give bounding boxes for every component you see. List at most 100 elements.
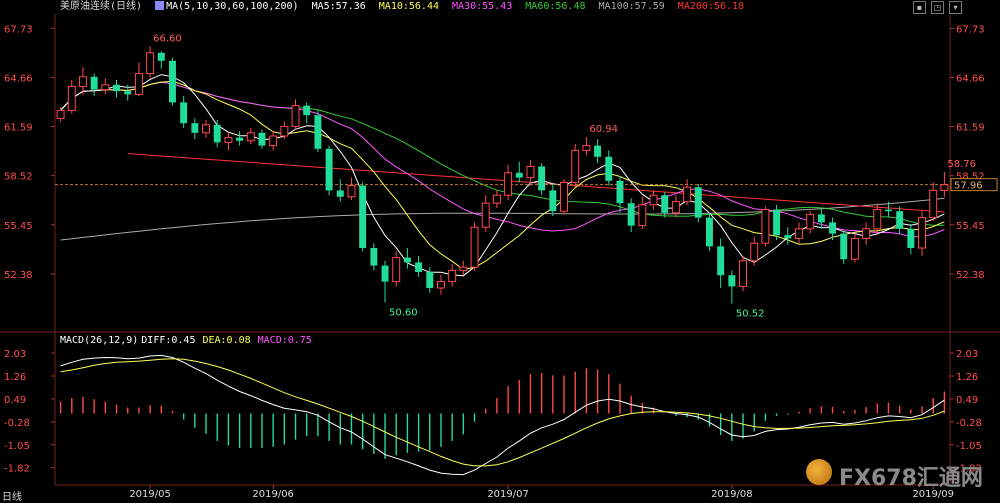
candle-body-up bbox=[504, 172, 513, 196]
candle-body-up bbox=[761, 209, 770, 244]
macd-y-tick-label-right: 1.26 bbox=[956, 372, 978, 383]
candle-body-up bbox=[683, 186, 692, 203]
watermark: FX678汇通网 bbox=[806, 459, 996, 491]
y-tick-label-right: 61.59 bbox=[956, 123, 985, 134]
ma200-value: MA200:56.18 bbox=[677, 1, 745, 12]
candle-body-down bbox=[694, 187, 702, 218]
candle-body-up bbox=[269, 135, 278, 147]
y-tick-label-right: 52.38 bbox=[956, 270, 985, 281]
candle-body-down bbox=[381, 265, 389, 282]
formula-icon[interactable] bbox=[155, 1, 165, 10]
candle-body-up bbox=[671, 201, 680, 214]
ma10-value: MA10:56.44 bbox=[378, 1, 439, 12]
macd-params: MACD(26,12,9) bbox=[60, 335, 139, 346]
candle-body-down bbox=[549, 190, 557, 212]
candle-body-up bbox=[280, 125, 289, 137]
candle-body-up bbox=[224, 137, 233, 143]
candle-body-down bbox=[907, 228, 915, 248]
candle-body-up bbox=[67, 85, 76, 111]
dea-value: DEA:0.08 bbox=[202, 335, 251, 346]
candle-body-up bbox=[750, 242, 759, 262]
candle-body-up bbox=[481, 202, 490, 228]
macd-y-tick-label-left: -1.82 bbox=[4, 464, 30, 475]
candle-body-up bbox=[873, 209, 882, 230]
period-selector[interactable]: 日线 bbox=[2, 488, 22, 503]
candle-body-down bbox=[336, 190, 344, 197]
candle-body-down bbox=[157, 52, 165, 61]
chart-title: 美原油连续(日线) MA(5,10,30,60,100,200) MA5:57.… bbox=[60, 0, 751, 14]
macd-y-tick-label-left: -1.05 bbox=[4, 441, 30, 452]
candle-body-up bbox=[492, 194, 501, 204]
ma200-line bbox=[127, 153, 945, 213]
y-tick-label-left: 64.66 bbox=[4, 73, 33, 84]
candle-body-down bbox=[169, 60, 176, 103]
ma10-line bbox=[60, 80, 945, 270]
candle-body-up bbox=[134, 73, 143, 95]
y-tick-label-left: 58.52 bbox=[4, 172, 33, 183]
maximize-icon[interactable]: ▪ bbox=[913, 1, 926, 14]
price-annotation: 66.60 bbox=[153, 33, 182, 44]
macd-y-tick-label-left: -0.28 bbox=[4, 418, 30, 429]
y-tick-label-left: 52.38 bbox=[4, 270, 33, 281]
candle-body-down bbox=[113, 84, 120, 92]
current-price-label: 57.96 bbox=[954, 181, 983, 192]
candle-body-up bbox=[918, 217, 926, 249]
candle-body-up bbox=[146, 52, 155, 75]
candle-body-down bbox=[616, 180, 624, 204]
watermark-text: FX678汇通网 bbox=[839, 466, 983, 491]
ma30-value: MA30:55.43 bbox=[452, 1, 513, 12]
macd-y-tick-label-right: -1.05 bbox=[956, 441, 982, 452]
candle-body-up bbox=[649, 194, 658, 206]
restore-icon[interactable]: ◳ bbox=[931, 1, 944, 14]
ma5-value: MA5:57.36 bbox=[311, 1, 366, 12]
candle-body-up bbox=[79, 76, 87, 87]
candle-body-up bbox=[582, 145, 591, 151]
x-tick-label: 2019/06 bbox=[252, 489, 294, 500]
period-selector-label: 日线 bbox=[2, 492, 22, 503]
candle-body-down bbox=[90, 76, 98, 90]
candle-body-up bbox=[571, 149, 580, 183]
candle-body-up bbox=[101, 84, 110, 91]
candle-body-down bbox=[370, 248, 378, 266]
candle-body-up bbox=[246, 132, 255, 142]
candle-body-up bbox=[202, 124, 210, 134]
macd-y-tick-label-left: 2.03 bbox=[4, 349, 26, 360]
y-tick-label-right: 64.66 bbox=[956, 73, 985, 84]
y-tick-label-right: 55.45 bbox=[956, 221, 985, 232]
candle-body-down bbox=[515, 172, 523, 178]
candle-body-down bbox=[817, 214, 825, 223]
diff-value: DIFF:0.45 bbox=[141, 335, 196, 346]
price-annotation: 50.60 bbox=[389, 307, 418, 318]
candle-body-down bbox=[773, 209, 781, 236]
candle-body-down bbox=[784, 235, 792, 239]
price-annotation: 58.76 bbox=[947, 159, 976, 170]
candle-body-up bbox=[850, 237, 859, 260]
candle-body-down bbox=[303, 105, 311, 116]
candle-body-down bbox=[885, 209, 892, 212]
minimize-icon[interactable]: ▾ bbox=[949, 1, 962, 14]
candle-body-up bbox=[526, 165, 535, 179]
candle-body-down bbox=[314, 115, 322, 149]
y-tick-label-left: 67.73 bbox=[4, 24, 33, 35]
y-tick-label-left: 55.45 bbox=[4, 221, 33, 232]
candle-body-down bbox=[840, 233, 848, 260]
price-annotation: 50.52 bbox=[736, 309, 765, 320]
macd-diff-line bbox=[60, 354, 945, 476]
candle-body-up bbox=[862, 228, 871, 239]
candle-body-down bbox=[258, 132, 266, 146]
x-tick-label: 2019/05 bbox=[129, 489, 171, 500]
candle-body-down bbox=[124, 91, 132, 95]
candle-body-up bbox=[448, 269, 457, 283]
ma-params: MA(5,10,30,60,100,200) bbox=[166, 1, 299, 12]
candle-body-down bbox=[717, 246, 725, 276]
candle-body-up bbox=[470, 226, 479, 268]
candle-body-up bbox=[940, 184, 949, 191]
chart-canvas[interactable]: 67.73 67.7364.66 64.6661.59 61.5958.52 58.52… bbox=[0, 0, 1000, 503]
x-tick-label: 2019/07 bbox=[487, 489, 529, 500]
ma5-line bbox=[60, 74, 945, 277]
candle-body-up bbox=[795, 228, 803, 239]
candle-body-down bbox=[415, 262, 423, 272]
candle-body-down bbox=[403, 257, 411, 263]
candle-body-down bbox=[325, 148, 333, 191]
instrument-name: 美原油连续 bbox=[60, 1, 110, 12]
